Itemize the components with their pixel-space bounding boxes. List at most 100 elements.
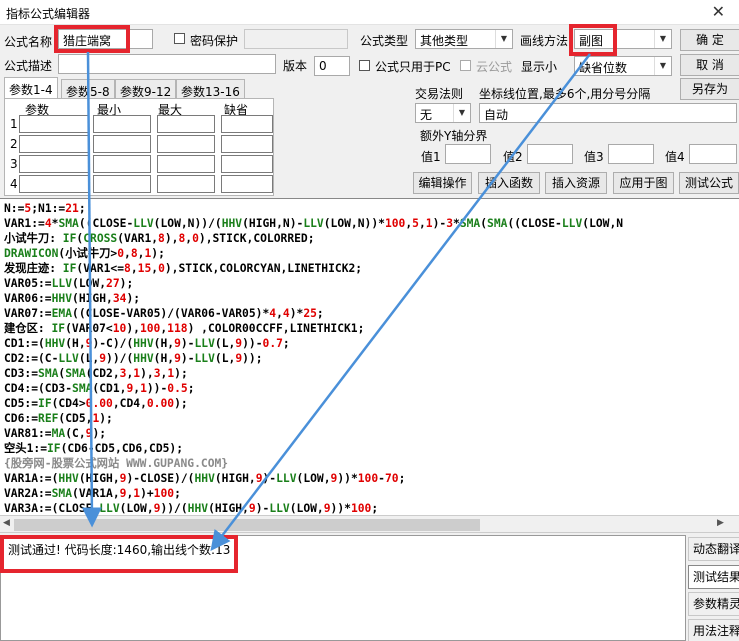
code-editor[interactable]: N:=5;N1:=21; VAR1:=4*SMA((CLOSE-LLV(LOW,N… — [0, 198, 739, 516]
insert-function-button[interactable]: 插入函数 — [478, 172, 540, 194]
code-line: VAR81:=MA(C,9); — [4, 427, 107, 440]
show-label: 显示小 — [521, 60, 558, 74]
code-line: VAR05:=LLV(LOW,27); — [4, 277, 134, 290]
tab-params-9-12[interactable]: 参数9-12 — [115, 79, 177, 99]
code-line: CD4:=(CD3-SMA(CD1,9,1))-0.5; — [4, 382, 195, 395]
highlight-test-result — [0, 535, 238, 573]
code-line: N:=5;N1:=21; — [4, 202, 86, 215]
horizontal-scrollbar[interactable]: ◀ ▶ — [0, 517, 739, 533]
param-name-cell[interactable] — [19, 175, 89, 193]
trade-rule-label: 交易法则 — [415, 87, 464, 101]
y-value-4-label: 值4 — [665, 150, 685, 164]
scrollbar-thumb[interactable] — [14, 519, 480, 531]
chevron-down-icon: ▼ — [453, 104, 470, 122]
highlight-draw-method — [569, 24, 617, 56]
tab-params-5-8[interactable]: 参数5-8 — [61, 79, 115, 99]
cloud-formula-label: 云公式 — [476, 60, 513, 74]
apply-to-chart-button[interactable]: 应用于图 — [613, 172, 674, 194]
code-line: CD5:=IF(CD4>0.00,CD4,0.00); — [4, 397, 188, 410]
param-name-cell[interactable] — [19, 135, 89, 153]
dynamic-translate-button[interactable]: 动态翻译 — [688, 537, 739, 561]
tab-params-1-4[interactable]: 参数1-4 — [4, 77, 58, 99]
code-line: VAR3A:=(CLOSE-LLV(LOW,9))/(HHV(HIGH,9)-L… — [4, 502, 379, 515]
chevron-down-icon: ▼ — [654, 30, 671, 48]
code-line: 发现庄迹: IF(VAR1<=8,15,0),STICK,COLORCYAN,L… — [4, 262, 363, 275]
formula-name-label: 公式名称 — [4, 35, 53, 49]
param-name-cell[interactable] — [19, 115, 89, 133]
tab-params-13-16[interactable]: 参数13-16 — [176, 79, 245, 99]
y-value-3-input[interactable] — [608, 144, 654, 164]
y-value-4-input[interactable] — [689, 144, 737, 164]
param-min-cell[interactable] — [93, 175, 151, 193]
param-default-cell[interactable] — [221, 155, 273, 173]
y-value-2-label: 值2 — [503, 150, 523, 164]
code-line: VAR1A:=(HHV(HIGH,9)-CLOSE)/(HHV(HIGH,9)-… — [4, 472, 406, 485]
test-formula-button[interactable]: 测试公式 — [679, 172, 739, 194]
param-row-number: 2 — [10, 137, 18, 151]
param-max-cell[interactable] — [157, 115, 215, 133]
code-line: CD2:=(C-LLV(L,9))/(HHV(H,9)-LLV(L,9)); — [4, 352, 263, 365]
param-row-number: 1 — [10, 117, 18, 131]
draw-method-label: 画线方法 — [520, 34, 569, 48]
coord-line-label: 坐标线位置,最多6个,用分号分隔 — [479, 87, 651, 101]
code-line: CD1:=(HHV(H,9)-C)/(HHV(H,9)-LLV(L,9))-0.… — [4, 337, 290, 350]
formula-type-select[interactable]: 其他类型 ▼ — [415, 29, 513, 49]
save-as-button[interactable]: 另存为 — [680, 78, 739, 100]
insert-resource-button[interactable]: 插入资源 — [545, 172, 607, 194]
code-line: CD6:=REF(CD5,1); — [4, 412, 113, 425]
ok-button[interactable]: 确 定 — [680, 29, 739, 51]
y-value-1-input[interactable] — [445, 144, 491, 164]
param-table: 参数 最小 最大 缺省 1 2 3 4 — [4, 98, 274, 196]
cloud-formula-checkbox[interactable] — [460, 60, 471, 71]
param-row-number: 4 — [10, 177, 18, 191]
param-min-cell[interactable] — [93, 135, 151, 153]
param-wizard-button[interactable]: 参数精灵 — [688, 592, 739, 616]
code-line: VAR1:=4*SMA((CLOSE-LLV(LOW,N))/(HHV(HIGH… — [4, 217, 624, 230]
password-checkbox[interactable] — [174, 33, 185, 44]
close-icon[interactable]: ✕ — [712, 2, 725, 21]
version-input[interactable]: 0 — [314, 56, 350, 76]
code-line: DRAWICON(小试牛刀>0,8,1); — [4, 247, 165, 260]
code-line: {股旁网-股票公式网站 WWW.GUPANG.COM} — [4, 457, 229, 470]
param-default-cell[interactable] — [221, 115, 273, 133]
usage-notes-button[interactable]: 用法注释 — [688, 619, 739, 641]
y-axis-group-label: 额外Y轴分界 — [420, 129, 488, 143]
cancel-button[interactable]: 取 消 — [680, 54, 739, 76]
trade-rule-select[interactable]: 无 ▼ — [415, 103, 471, 123]
pc-only-label: 公式只用于PC — [375, 60, 451, 74]
code-line: VAR06:=HHV(HIGH,34); — [4, 292, 141, 305]
scroll-right-icon[interactable]: ▶ — [717, 518, 724, 528]
param-min-cell[interactable] — [93, 115, 151, 133]
code-line: VAR2A:=SMA(VAR1A,9,1)+100; — [4, 487, 181, 500]
formula-desc-input[interactable] — [58, 54, 276, 74]
scroll-left-icon[interactable]: ◀ — [3, 518, 10, 528]
param-max-cell[interactable] — [157, 175, 215, 193]
password-label: 密码保护 — [190, 34, 239, 48]
param-max-cell[interactable] — [157, 135, 215, 153]
param-default-cell[interactable] — [221, 135, 273, 153]
default-pos-select[interactable]: 缺省位数 ▼ — [574, 56, 672, 76]
param-default-cell[interactable] — [221, 175, 273, 193]
chevron-down-icon: ▼ — [495, 30, 512, 48]
formula-desc-label: 公式描述 — [4, 59, 53, 73]
code-line: CD3:=SMA(SMA(CD2,3,1),3,1); — [4, 367, 188, 380]
param-row-number: 3 — [10, 157, 18, 171]
param-name-cell[interactable] — [19, 155, 89, 173]
y-value-2-input[interactable] — [527, 144, 573, 164]
title-bar: 指标公式编辑器 ✕ — [0, 0, 739, 25]
pc-only-checkbox[interactable] — [359, 60, 370, 71]
highlight-formula-name — [54, 25, 130, 53]
edit-ops-button[interactable]: 编辑操作 — [413, 172, 472, 194]
y-value-3-label: 值3 — [584, 150, 604, 164]
password-input[interactable] — [244, 29, 348, 49]
formula-type-label: 公式类型 — [360, 34, 409, 48]
chevron-down-icon: ▼ — [654, 57, 671, 75]
code-line: 空头1:=IF(CD6-CD5,CD6,CD5); — [4, 442, 184, 455]
coord-line-input[interactable]: 自动 — [479, 103, 737, 123]
code-line: 建仓区: IF(VAR07<10),100,118) ,COLOR00CCFF,… — [4, 322, 365, 335]
y-value-1-label: 值1 — [421, 150, 441, 164]
test-result-button[interactable]: 测试结果 — [688, 565, 739, 589]
window-title: 指标公式编辑器 — [6, 7, 91, 21]
param-min-cell[interactable] — [93, 155, 151, 173]
param-max-cell[interactable] — [157, 155, 215, 173]
